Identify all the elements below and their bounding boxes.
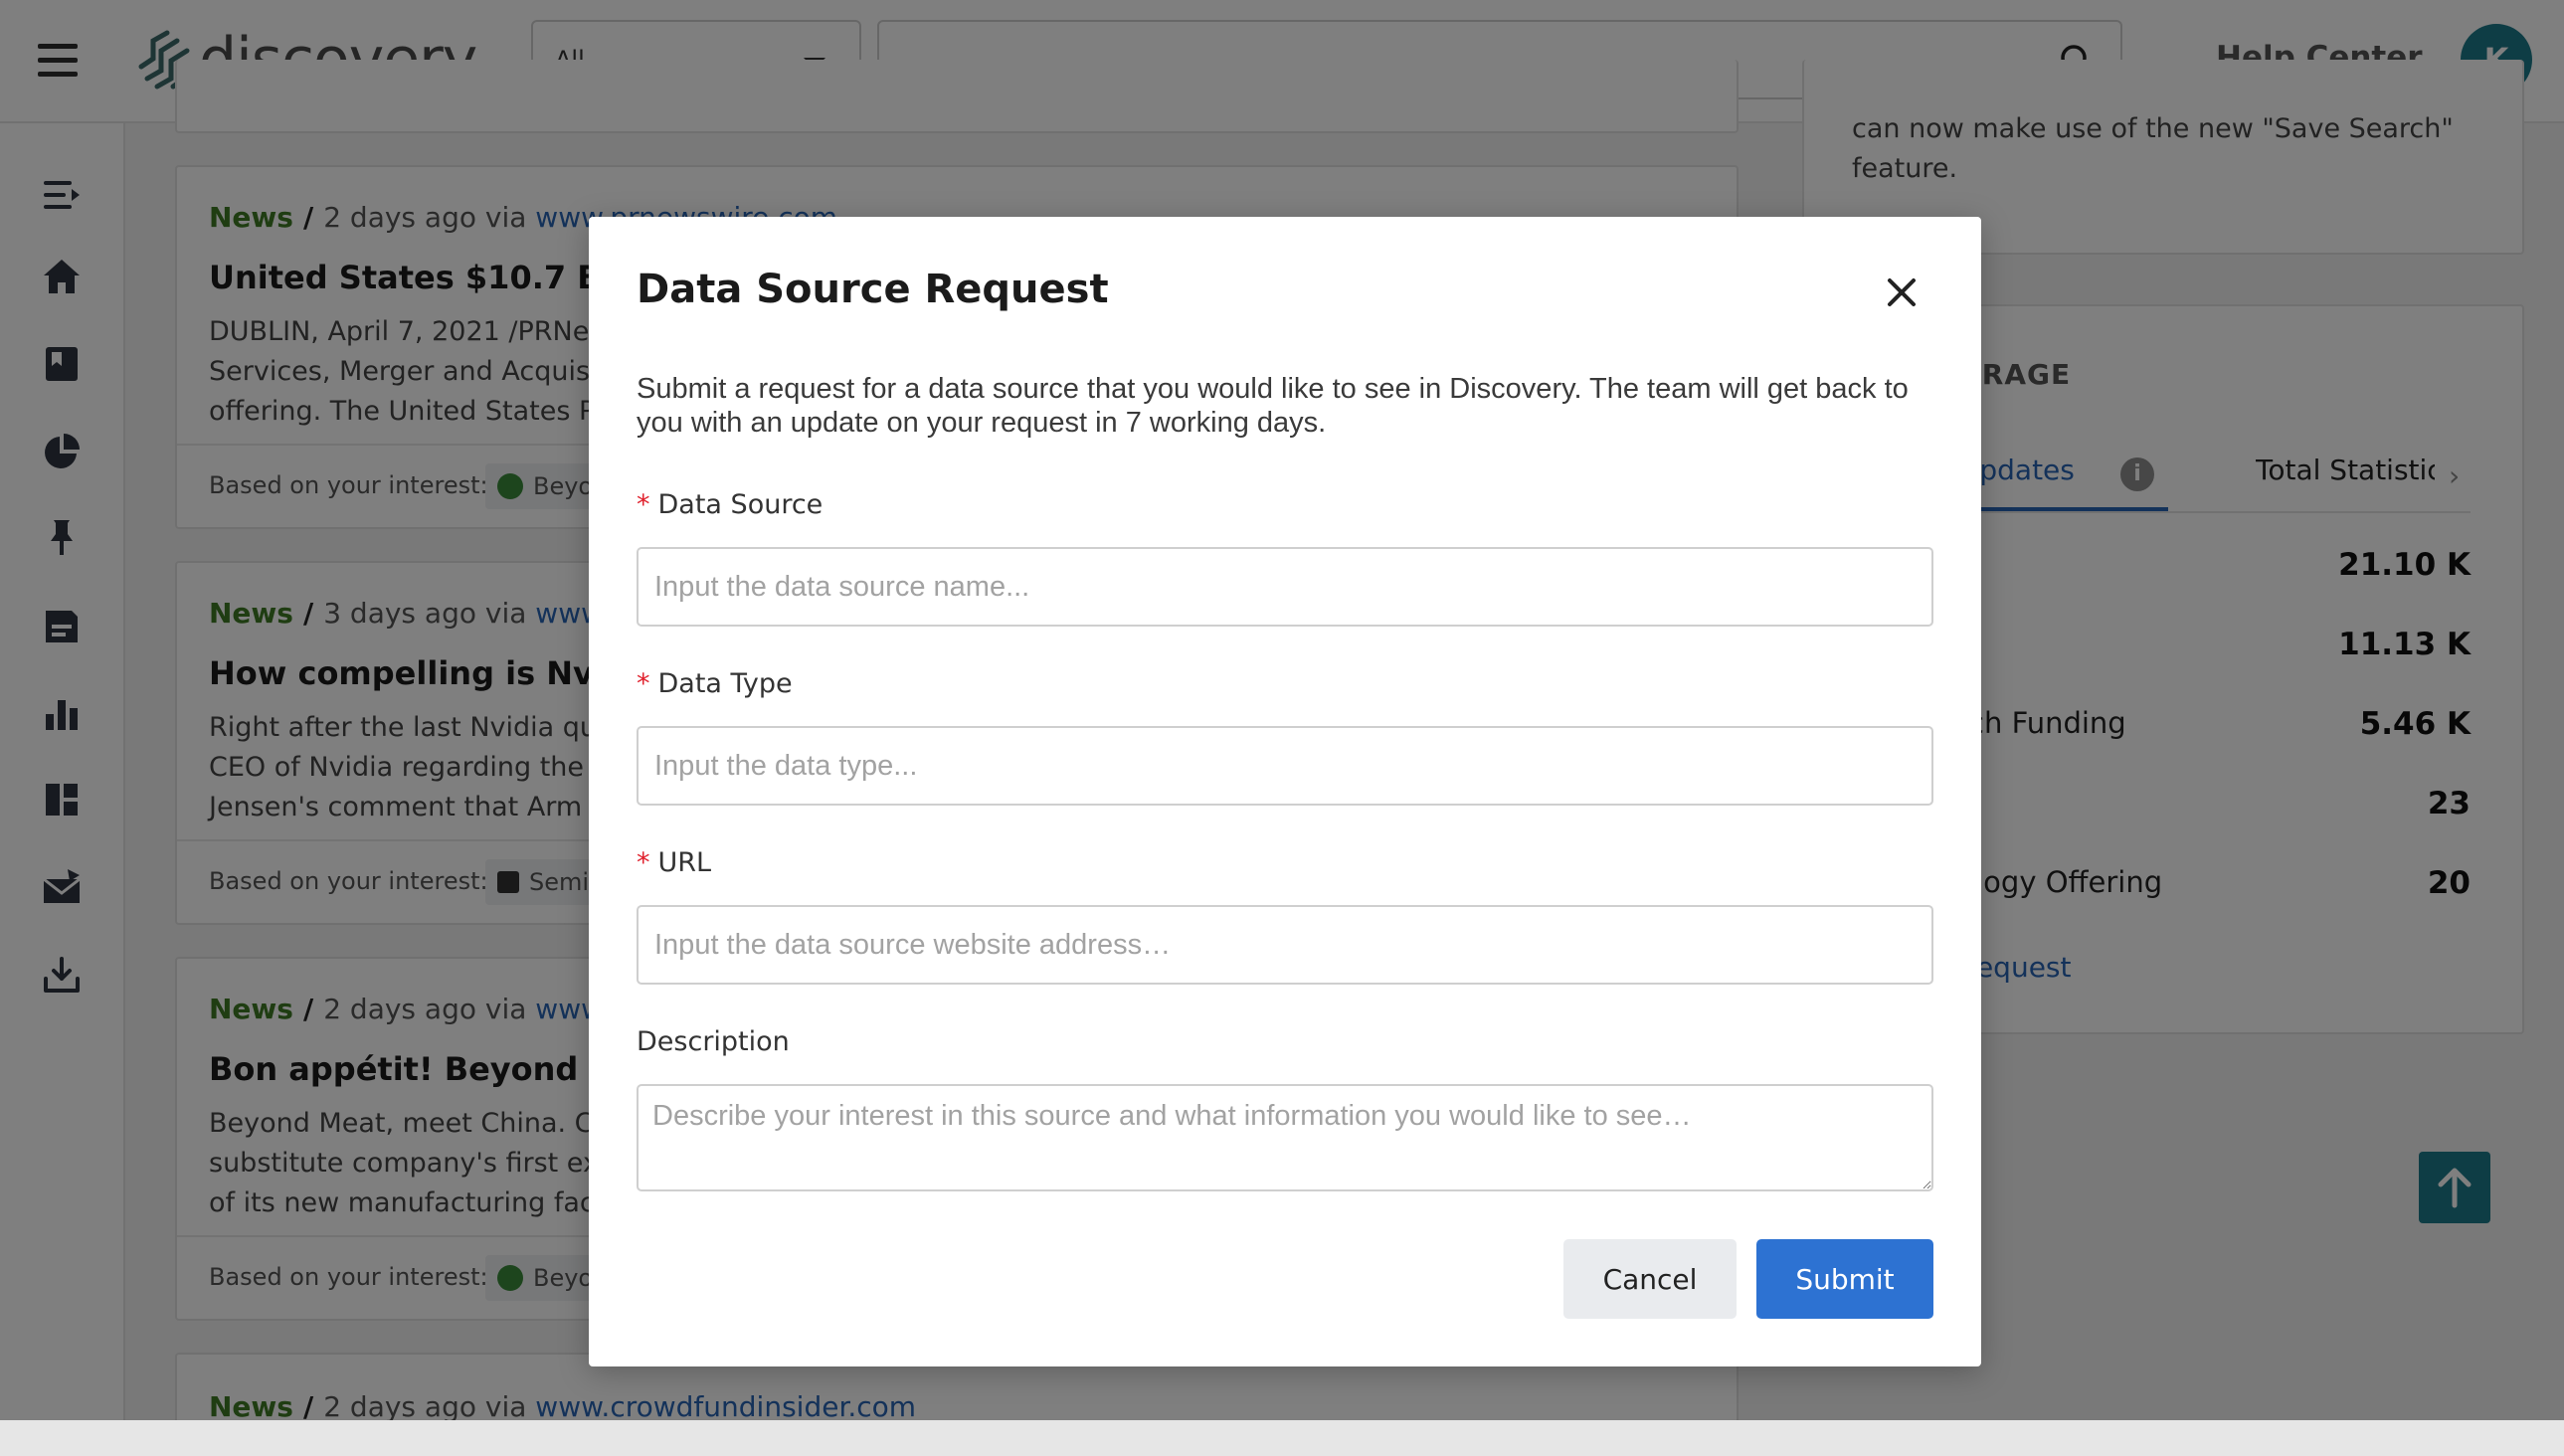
- cancel-button[interactable]: Cancel: [1563, 1239, 1737, 1319]
- dialog-title: Data Source Request: [637, 267, 1109, 312]
- url-label: * URL: [637, 847, 711, 878]
- required-mark: *: [637, 668, 650, 699]
- field-label-text: URL: [658, 847, 712, 878]
- bottom-strip: [0, 1420, 2564, 1456]
- required-mark: *: [637, 489, 650, 520]
- description-textarea[interactable]: [637, 1084, 1933, 1191]
- data-type-label: * Data Type: [637, 668, 793, 699]
- field-label-text: Data Type: [658, 668, 793, 699]
- data-source-input[interactable]: [637, 547, 1933, 627]
- data-source-request-dialog: Data Source Request Submit a request for…: [589, 217, 1981, 1366]
- data-type-input[interactable]: [637, 726, 1933, 806]
- field-label-text: Data Source: [658, 489, 824, 520]
- data-source-label: * Data Source: [637, 489, 823, 520]
- dialog-description: Submit a request for a data source that …: [637, 372, 1929, 440]
- description-label: Description: [637, 1026, 790, 1057]
- close-icon[interactable]: [1884, 274, 1920, 310]
- url-input[interactable]: [637, 905, 1933, 985]
- submit-button[interactable]: Submit: [1756, 1239, 1933, 1319]
- required-mark: *: [637, 847, 650, 878]
